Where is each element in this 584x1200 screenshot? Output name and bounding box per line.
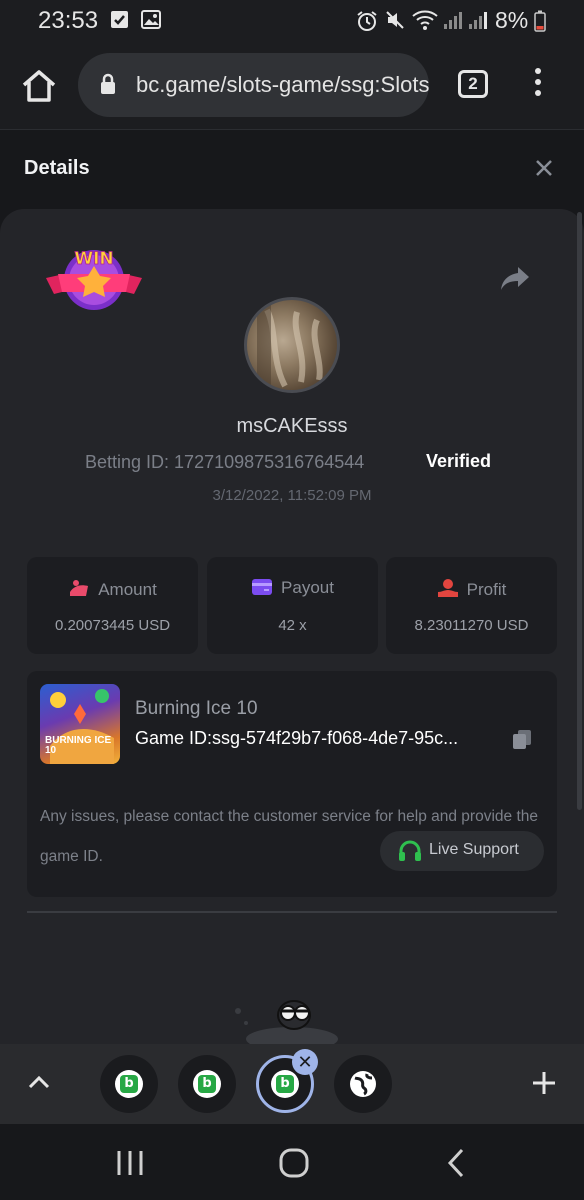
bet-timestamp: 3/12/2022, 11:52:09 PM <box>212 487 372 504</box>
browser-toolbar: bc.game/slots-game/ssg:Slots 2 <box>0 40 584 130</box>
system-nav-bar <box>0 1124 584 1200</box>
tab-bcgame-1[interactable]: b <box>100 1055 158 1113</box>
alarm-icon <box>357 11 377 31</box>
live-support-button[interactable]: Live Support <box>380 831 544 871</box>
profit-label: Profit <box>466 580 507 599</box>
payout-label: Payout <box>281 578 334 597</box>
game-info-box: BURNING ICE 10 Burning Ice 10 Game ID:ss… <box>27 671 557 897</box>
username: msCAKEsss <box>236 415 348 437</box>
win-badge-icon: WIN <box>46 249 142 310</box>
profit-value: 8.23011270 USD <box>414 617 529 634</box>
recent-apps-icon[interactable] <box>116 1150 144 1176</box>
more-options-icon[interactable] <box>532 68 544 100</box>
mascot-icon <box>235 1000 338 1045</box>
avatar <box>244 297 340 393</box>
payout-value: 42 x <box>278 617 307 634</box>
game-name: Burning Ice 10 <box>135 698 258 719</box>
battery-percent: 8% <box>495 7 529 33</box>
signal-icon <box>469 12 487 29</box>
lock-icon <box>101 73 115 94</box>
mute-icon <box>386 11 404 29</box>
globe-icon <box>350 1071 376 1097</box>
win-badge-label: WIN <box>74 249 113 269</box>
amount-label: Amount <box>98 580 157 599</box>
check-notification-icon <box>111 11 128 28</box>
page-title: Details <box>24 157 90 179</box>
amount-stat: Amount 0.20073445 USD <box>27 557 198 654</box>
tab-globe[interactable] <box>334 1055 392 1113</box>
game-thumbnail[interactable]: BURNING ICE 10 <box>40 684 120 764</box>
copy-icon[interactable] <box>511 728 533 750</box>
back-icon[interactable] <box>446 1148 466 1178</box>
bcgame-favicon-icon: b <box>271 1070 299 1098</box>
new-tab-plus-icon[interactable] <box>532 1071 556 1095</box>
clock: 23:53 <box>38 7 99 34</box>
close-tab-icon[interactable]: ✕ <box>292 1049 318 1075</box>
betting-id: Betting ID: 1727109875316764544 <box>85 452 365 472</box>
tab-switcher-button[interactable]: 2 <box>458 70 488 98</box>
battery-low-icon <box>534 10 546 32</box>
verified-status: Verified <box>426 451 492 471</box>
bcgame-favicon-icon: b <box>115 1070 143 1098</box>
url-text: bc.game/slots-game/ssg:Slots <box>136 72 429 97</box>
chevron-up-icon[interactable] <box>28 1074 50 1090</box>
close-icon[interactable] <box>534 158 554 178</box>
bcgame-favicon-icon: b <box>193 1070 221 1098</box>
profit-icon <box>437 579 458 597</box>
image-notification-icon <box>141 10 161 29</box>
signal-icon <box>444 12 462 29</box>
game-id: Game ID:ssg-574f29b7-f068-4de7-95c... <box>135 728 459 748</box>
wifi-icon <box>412 10 438 30</box>
home-nav-icon[interactable] <box>279 1148 309 1178</box>
payout-icon <box>252 579 273 595</box>
profit-stat: Profit 8.23011270 USD <box>386 557 557 654</box>
amount-value: 0.20073445 USD <box>54 617 171 634</box>
live-support-label: Live Support <box>429 841 519 858</box>
share-icon[interactable] <box>500 265 530 291</box>
payout-stat: Payout 42 x <box>207 557 378 654</box>
divider <box>27 911 557 913</box>
address-bar[interactable]: bc.game/slots-game/ssg:Slots <box>78 53 429 117</box>
game-thumb-title: BURNING ICE 10 <box>45 735 112 756</box>
tab-bcgame-2[interactable]: b <box>178 1055 236 1113</box>
amount-icon <box>70 580 89 596</box>
home-icon[interactable] <box>20 68 58 104</box>
scrollbar[interactable] <box>577 212 582 810</box>
status-bar: 23:53 8% <box>0 0 584 40</box>
headset-icon <box>399 840 421 861</box>
